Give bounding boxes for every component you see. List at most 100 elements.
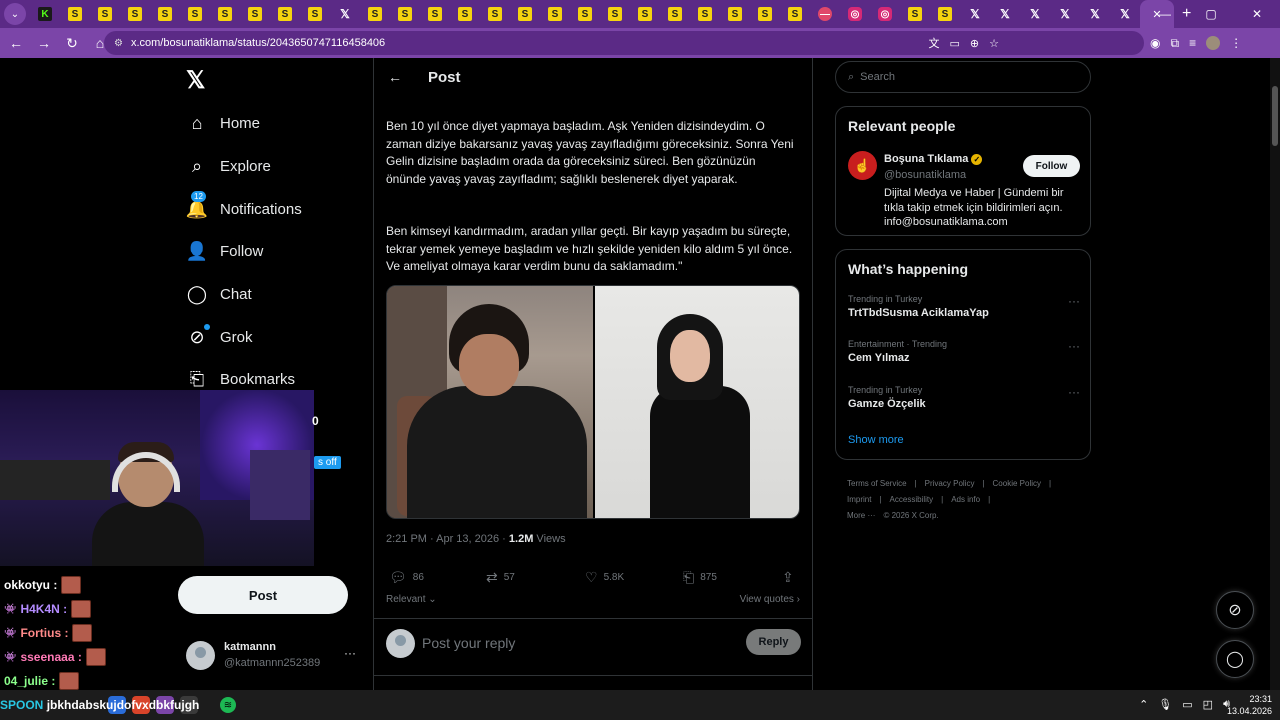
show-more-link[interactable]: Show more <box>848 434 904 446</box>
browser-tab[interactable]: S <box>600 0 630 28</box>
display-icon[interactable]: ▭ <box>1182 698 1192 711</box>
browser-tab[interactable]: 𝕏 <box>1080 0 1110 28</box>
forward-nav-icon[interactable]: → <box>32 31 56 55</box>
browser-tab[interactable]: S <box>270 0 300 28</box>
browser-tab[interactable]: — <box>810 0 840 28</box>
like-action[interactable]: ♡ 5.8K <box>585 569 624 586</box>
reply-action[interactable]: 💬︎ 86 <box>389 569 424 586</box>
maximize-button[interactable]: ▢ <box>1188 0 1234 28</box>
browser-tab[interactable]: S <box>360 0 390 28</box>
trend-more-icon[interactable]: ··· <box>1068 385 1080 399</box>
trend-item[interactable]: Trending in Turkey TrtTbdSusma AciklamaYa… <box>848 294 1080 330</box>
zoom-icon[interactable]: ⊕ <box>970 37 979 50</box>
browser-tab[interactable]: S <box>540 0 570 28</box>
browser-tab[interactable]: K <box>30 0 60 28</box>
browser-tab[interactable]: S <box>930 0 960 28</box>
browser-menu-icon[interactable]: ⋮ <box>1230 36 1242 50</box>
footer-link[interactable]: Imprint <box>847 495 871 504</box>
reply-button[interactable]: Reply <box>746 629 801 655</box>
bookmark-star-icon[interactable]: ☆ <box>989 37 999 50</box>
trend-more-icon[interactable]: ··· <box>1068 294 1080 308</box>
relevant-person[interactable]: ☝ Boşuna Tıklama ✓ @bosunatiklama Dijital… <box>848 151 1080 231</box>
browser-tab[interactable]: 𝕏 <box>1050 0 1080 28</box>
footer-link[interactable]: More ··· <box>847 511 875 520</box>
x-logo[interactable]: 𝕏 <box>186 66 205 95</box>
follow-button[interactable]: Follow <box>1023 155 1080 177</box>
browser-tab[interactable]: S <box>150 0 180 28</box>
back-arrow-icon[interactable]: ← <box>388 69 402 85</box>
trend-item[interactable]: Entertainment · Trending Cem Yılmaz ··· <box>848 339 1080 375</box>
browser-tab[interactable]: S <box>210 0 240 28</box>
network-icon[interactable]: ◰ <box>1203 698 1213 711</box>
browser-tab[interactable]: S <box>240 0 270 28</box>
browser-tab[interactable]: S <box>570 0 600 28</box>
account-more-icon[interactable]: ··· <box>344 646 356 660</box>
spotify-icon[interactable]: ≋ <box>220 697 236 713</box>
nav-item-chat[interactable]: ◯ Chat <box>186 279 252 309</box>
profile-avatar[interactable] <box>1206 36 1221 50</box>
bookmark-action[interactable]: ⎗ 875 <box>683 569 717 586</box>
browser-tab[interactable]: S <box>60 0 90 28</box>
browser-tab[interactable]: S <box>300 0 330 28</box>
media-image-after[interactable] <box>595 286 799 518</box>
close-window-button[interactable]: ✕ <box>1234 0 1280 28</box>
search-input[interactable] <box>860 71 1061 83</box>
nav-item-explore[interactable]: ⌕ Explore <box>186 151 271 181</box>
extensions-puzzle-icon[interactable]: ⧉ <box>1170 36 1179 51</box>
browser-tab[interactable]: 𝕏 <box>1110 0 1140 28</box>
browser-tab[interactable]: 𝕏 <box>330 0 360 28</box>
browser-tab[interactable]: S <box>450 0 480 28</box>
browser-tab[interactable]: S <box>480 0 510 28</box>
search-box[interactable]: ⌕ <box>835 61 1091 93</box>
footer-link[interactable]: Privacy Policy <box>925 479 975 488</box>
browser-tab[interactable]: S <box>390 0 420 28</box>
browser-tab[interactable]: S <box>420 0 450 28</box>
messages-float-button[interactable]: ◯ <box>1216 640 1254 678</box>
account-switcher[interactable]: katmannn @katmannn252389 ··· <box>186 640 366 680</box>
trend-item[interactable]: Trending in Turkey Gamze Özçelik ··· <box>848 385 1080 421</box>
view-quotes-link[interactable]: View quotes › <box>740 594 800 605</box>
trend-more-icon[interactable]: ··· <box>1068 339 1080 353</box>
browser-tab[interactable]: 𝕏 <box>960 0 990 28</box>
translate-icon[interactable]: 文 <box>929 35 940 51</box>
tab-search-button[interactable]: ⌄ <box>4 3 26 25</box>
browser-tab[interactable]: S <box>750 0 780 28</box>
minimize-button[interactable]: — <box>1142 0 1188 28</box>
browser-tab[interactable]: 𝕏 <box>1020 0 1050 28</box>
person-avatar[interactable]: ☝ <box>848 151 877 180</box>
browser-tab[interactable]: S <box>120 0 150 28</box>
media-image-before[interactable] <box>387 286 593 518</box>
browser-tab[interactable]: S <box>660 0 690 28</box>
browser-tab[interactable]: ◎ <box>870 0 900 28</box>
site-info-icon[interactable]: ⚙ <box>114 38 123 49</box>
extension-icon[interactable]: ◉ <box>1150 36 1160 50</box>
browser-tab[interactable]: S <box>900 0 930 28</box>
browser-tab[interactable]: S <box>690 0 720 28</box>
address-bar[interactable]: ⚙ x.com/bosunatiklama/status/20436507471… <box>104 31 1144 55</box>
clock[interactable]: 23:31 13.04.2026 <box>1227 693 1272 717</box>
post-media[interactable] <box>386 285 800 519</box>
browser-tab[interactable]: 𝕏 <box>990 0 1020 28</box>
footer-link[interactable]: Accessibility <box>890 495 934 504</box>
reply-input[interactable]: Post your reply <box>422 635 515 651</box>
repost-action[interactable]: ⇄ 57 <box>486 569 515 586</box>
page-scrollbar[interactable] <box>1270 58 1280 690</box>
nav-item-grok[interactable]: ⊘ Grok <box>186 322 253 352</box>
reading-list-icon[interactable]: ≡ <box>1189 36 1196 50</box>
post-button[interactable]: Post <box>178 576 348 614</box>
back-nav-icon[interactable]: ← <box>4 31 28 55</box>
sort-dropdown[interactable]: Relevant ⌄ <box>386 594 437 605</box>
microphone-icon[interactable]: 🎙︎ <box>1158 698 1172 711</box>
browser-tab[interactable]: S <box>510 0 540 28</box>
grok-float-button[interactable]: ⊘ <box>1216 591 1254 629</box>
cast-icon[interactable]: ▭ <box>950 37 960 50</box>
post-timestamp[interactable]: 2:21 PM · Apr 13, 2026 · <box>386 533 509 545</box>
nav-item-notifications[interactable]: 🔔 12 Notifications <box>186 191 302 224</box>
browser-tab[interactable]: ◎ <box>840 0 870 28</box>
person-name[interactable]: Boşuna Tıklama ✓ <box>884 153 983 165</box>
browser-tab[interactable]: S <box>90 0 120 28</box>
nav-item-home[interactable]: ⌂ Home <box>186 108 260 138</box>
footer-link[interactable]: Cookie Policy <box>993 479 1041 488</box>
browser-tab[interactable]: S <box>720 0 750 28</box>
tray-chevron-icon[interactable]: ⌃ <box>1139 698 1148 711</box>
